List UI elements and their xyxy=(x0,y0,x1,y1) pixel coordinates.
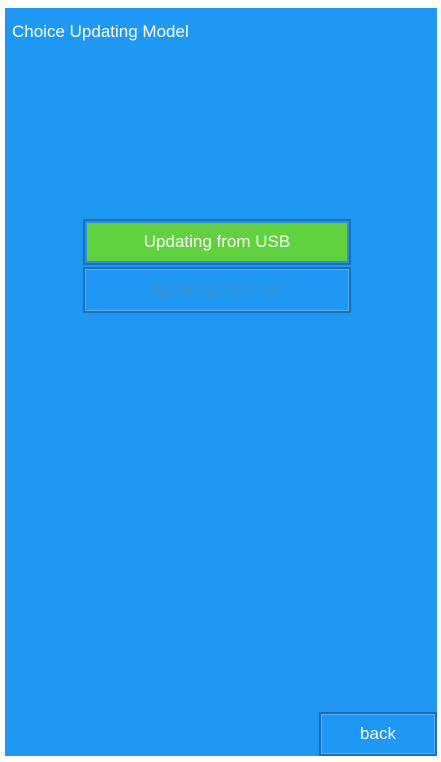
update-mode-screen: Choice Updating Model Updating from USB … xyxy=(5,8,437,756)
update-from-usb-button[interactable]: Updating from USB xyxy=(83,219,351,265)
page-title: Choice Updating Model xyxy=(12,22,189,41)
back-button[interactable]: back xyxy=(319,712,437,756)
update-from-net-button[interactable]: Updating from Net xyxy=(83,267,351,313)
update-options-menu: Updating from USB Updating from Net xyxy=(83,219,351,315)
